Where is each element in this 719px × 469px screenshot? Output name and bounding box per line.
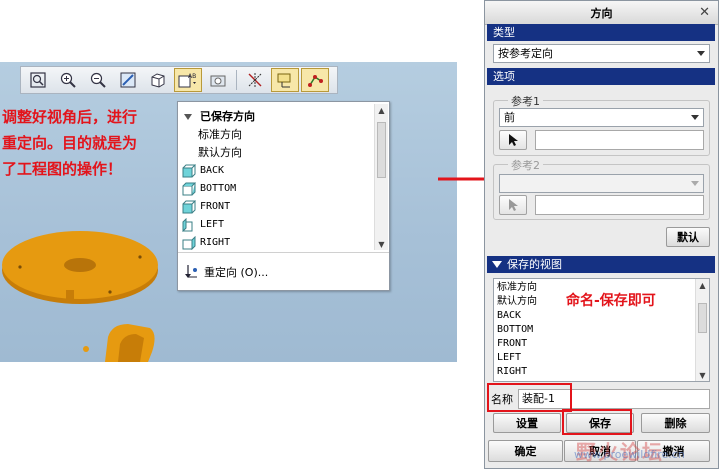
list-item[interactable]: RIGHT [497,365,706,379]
chevron-down-icon[interactable] [687,175,703,192]
list-item[interactable]: BOTTOM [497,323,706,337]
view-toolbar: AB [20,66,338,94]
annotation-line-3: 了工程图的操作！ [2,160,123,178]
menu-item-front[interactable]: FRONT [178,198,373,216]
view-cube-icon [182,182,196,196]
annotation-line-1: 调整好视角后，进行 [2,108,138,126]
display-style-icon[interactable] [144,68,172,92]
refit-icon[interactable] [114,68,142,92]
menu-item-standard[interactable]: 标准方向 [178,126,373,144]
menu-item-reorient[interactable]: 重定向 (O)... [178,252,389,290]
collapse-triangle-icon[interactable] [492,261,502,269]
menu-header-saved-orientations[interactable]: 已保存方向 [178,108,373,126]
saved-views-menu-list: 已保存方向 标准方向 默认方向 BACK BOTTOM FRONT LEFT R… [178,102,373,250]
view-cube-icon [182,164,196,178]
reference2-label: 参考2 [508,157,543,173]
view-cube-icon [182,200,196,214]
section-header-type: 类型 [487,24,715,41]
collapse-triangle-icon [184,114,192,120]
chevron-down-icon[interactable] [693,45,709,62]
reference1-input[interactable] [535,130,704,150]
camera-icon[interactable] [204,68,232,92]
view-cube-icon [182,236,196,250]
zoom-window-icon[interactable] [24,68,52,92]
cursor-arrow-icon [509,134,518,146]
scroll-up-icon[interactable]: ▲ [696,279,709,291]
menu-item-default[interactable]: 默认方向 [178,144,373,162]
list-item[interactable]: LEFT [497,351,706,365]
list-item[interactable]: BACK [497,309,706,323]
menu-scrollbar[interactable]: ▲ ▼ [374,104,388,250]
reference2-input[interactable] [535,195,704,215]
default-button[interactable]: 默认 [666,227,710,247]
close-icon[interactable]: ✕ [699,5,710,20]
section-header-saved-views[interactable]: 保存的视图 [487,256,715,273]
annotation-left: 调整好视角后，进行 重定向。目的就是为 了工程图的操作！ [2,104,174,182]
scroll-down-icon[interactable]: ▼ [375,238,388,250]
spin-center-icon[interactable] [301,68,329,92]
highlight-box-save [562,409,632,435]
section-header-options: 选项 [487,68,715,85]
menu-item-back[interactable]: BACK [178,162,373,180]
saved-views-menu: 已保存方向 标准方向 默认方向 BACK BOTTOM FRONT LEFT R… [177,101,390,291]
menu-item-right[interactable]: RIGHT [178,234,373,252]
saved-views-icon[interactable]: AB [174,68,202,92]
reference2-select-button[interactable] [499,195,527,215]
dialog-title: 方向 [590,6,613,20]
toolbar-separator [236,70,237,90]
cursor-arrow-icon [509,199,518,211]
chevron-down-icon[interactable] [687,109,703,126]
dialog-title-bar[interactable]: 方向 ✕ [485,1,718,25]
menu-item-bottom[interactable]: BOTTOM [178,180,373,198]
menu-item-left[interactable]: LEFT [178,216,373,234]
list-item[interactable]: FRONT [497,337,706,351]
datum-display-icon[interactable] [241,68,269,92]
reorient-icon [185,264,197,278]
reference1-select-button[interactable] [499,130,527,150]
annotation-line-2: 重定向。目的就是为 [2,134,138,152]
reference1-label: 参考1 [508,93,543,109]
scroll-down-icon[interactable]: ▼ [696,369,709,381]
scroll-up-icon[interactable]: ▲ [375,104,388,116]
type-combo[interactable]: 按参考定向 [493,44,710,63]
csys-display-icon[interactable] [271,68,299,92]
annotation-right: 命名-保存即可 [566,293,656,309]
scrollbar-thumb[interactable] [377,122,386,178]
ok-button[interactable]: 确定 [488,440,563,462]
list-scrollbar[interactable]: ▲ ▼ [695,279,709,381]
set-button[interactable]: 设置 [493,413,561,433]
view-cube-icon [182,218,193,232]
svg-text:AB: AB [188,73,196,80]
highlight-box-name [487,383,572,412]
watermark-url: www.proewildfire.cn [574,448,685,461]
reference1-combo[interactable]: 前 [499,108,704,127]
reference2-combo[interactable] [499,174,704,193]
zoom-in-icon[interactable] [54,68,82,92]
zoom-out-icon[interactable] [84,68,112,92]
delete-button[interactable]: 删除 [641,413,710,433]
scrollbar-thumb[interactable] [698,303,707,333]
